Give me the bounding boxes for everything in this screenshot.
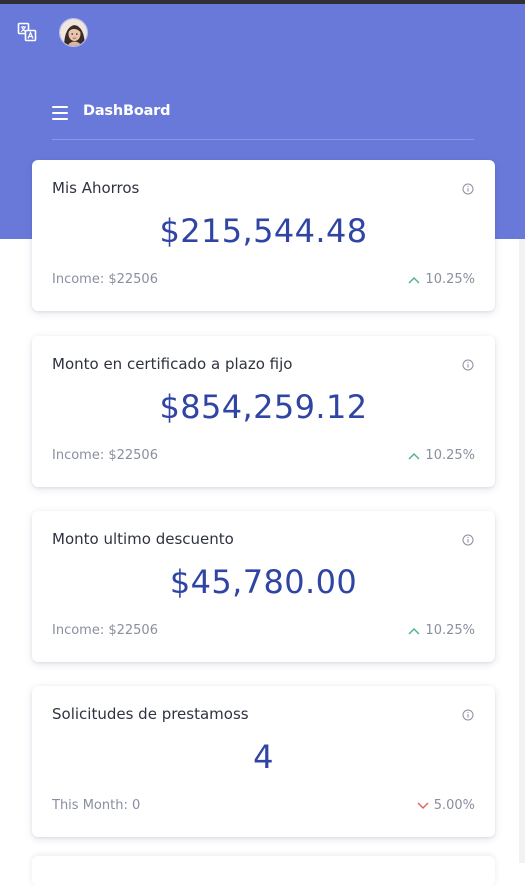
card-solicitudes-prestamos: Solicitudes de prestamoss 4 This Month: … [32, 686, 495, 837]
card-change-value: 5.00% [433, 798, 475, 813]
card-change: 10.25% [408, 623, 475, 638]
page-title: DashBoard [83, 103, 171, 119]
card-ultimo-descuento: Monto ultimo descuento $45,780.00 Income… [32, 511, 495, 662]
header-divider [52, 139, 474, 140]
chevron-up-icon [408, 627, 420, 634]
card-partial [32, 856, 495, 886]
info-icon[interactable] [462, 180, 474, 195]
card-value: $854,259.12 [159, 388, 368, 426]
card-title: Solicitudes de prestamoss [52, 705, 249, 723]
chevron-up-icon [408, 452, 420, 459]
card-value: $215,544.48 [159, 212, 368, 250]
card-change: 10.25% [408, 448, 475, 463]
card-value: 4 [253, 738, 274, 776]
card-title: Monto en certificado a plazo fijo [52, 355, 293, 373]
card-subtext: This Month: 0 [52, 798, 141, 813]
scrollbar-track[interactable] [519, 239, 525, 863]
card-change-value: 10.25% [425, 272, 475, 287]
card-subtext: Income: $22506 [52, 623, 158, 638]
card-value: $45,780.00 [169, 563, 358, 601]
translate-icon[interactable] [17, 22, 37, 42]
card-change: 10.25% [408, 272, 475, 287]
page-header: DashBoard [52, 100, 474, 128]
info-icon[interactable] [462, 706, 474, 721]
chevron-up-icon [408, 276, 420, 283]
card-mis-ahorros: Mis Ahorros $215,544.48 Income: $22506 1… [32, 160, 495, 311]
card-change-value: 10.25% [425, 448, 475, 463]
info-icon[interactable] [462, 356, 474, 371]
card-change: 5.00% [417, 798, 475, 813]
card-title: Monto ultimo descuento [52, 530, 234, 548]
card-change-value: 10.25% [425, 623, 475, 638]
card-certificado-plazo-fijo: Monto en certificado a plazo fijo $854,2… [32, 336, 495, 487]
user-avatar[interactable] [59, 18, 88, 47]
card-title: Mis Ahorros [52, 179, 140, 197]
hamburger-menu-icon[interactable] [52, 106, 68, 120]
card-subtext: Income: $22506 [52, 448, 158, 463]
info-icon[interactable] [462, 531, 474, 546]
chevron-down-icon [417, 802, 429, 809]
card-subtext: Income: $22506 [52, 272, 158, 287]
